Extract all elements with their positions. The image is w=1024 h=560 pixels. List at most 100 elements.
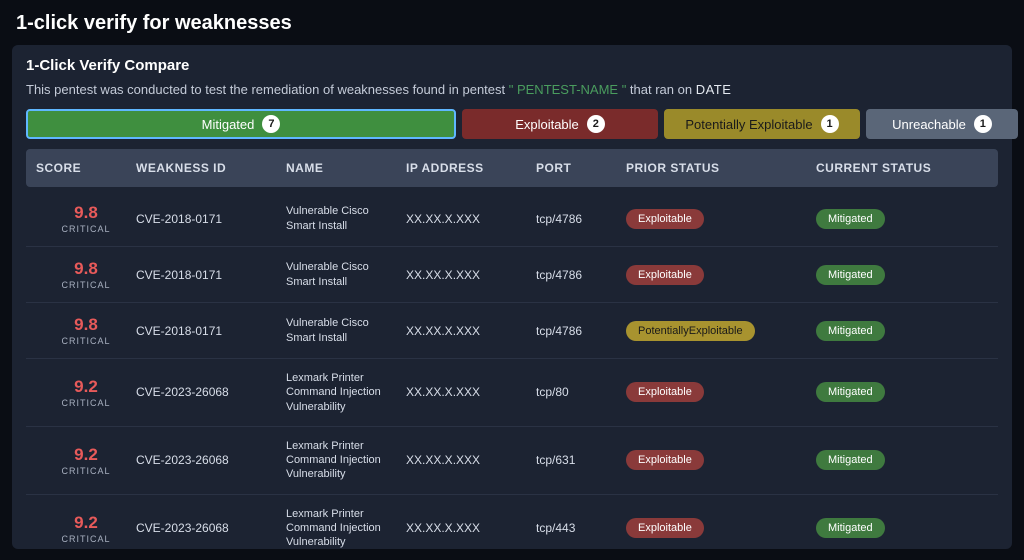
score-level: CRITICAL [36, 336, 136, 346]
tab-label: Unreachable [892, 117, 966, 132]
ip-address: XX.XX.X.XXX [406, 268, 536, 282]
score-level: CRITICAL [36, 534, 136, 544]
port: tcp/4786 [536, 324, 626, 338]
col-ip-address[interactable]: IP ADDRESS [406, 161, 536, 175]
score-level: CRITICAL [36, 398, 136, 408]
status-badge: Mitigated [816, 321, 885, 341]
score-cell: 9.8CRITICAL [36, 203, 136, 234]
status-badge: Exploitable [626, 518, 704, 538]
table-row[interactable]: 9.2CRITICALCVE-2023-26068Lexmark Printer… [26, 427, 998, 495]
col-score[interactable]: SCORE [36, 161, 136, 175]
status-badge: Mitigated [816, 382, 885, 402]
prior-status: Exploitable [626, 450, 816, 470]
desc-date: DATE [696, 82, 732, 97]
weakness-id: CVE-2018-0171 [136, 268, 286, 282]
tab-count-badge: 2 [587, 115, 605, 133]
weakness-table[interactable]: SCORE WEAKNESS ID NAME IP ADDRESS PORT P… [26, 149, 998, 549]
port: tcp/443 [536, 521, 626, 535]
weakness-name: Vulnerable Cisco Smart Install [286, 204, 406, 233]
tab-count-badge: 1 [974, 115, 992, 133]
score-value: 9.2 [36, 445, 136, 465]
prior-status: Exploitable [626, 209, 816, 229]
table-row[interactable]: 9.8CRITICALCVE-2018-0171Vulnerable Cisco… [26, 303, 998, 359]
score-value: 9.2 [36, 377, 136, 397]
ip-address: XX.XX.X.XXX [406, 212, 536, 226]
weakness-name: Vulnerable Cisco Smart Install [286, 316, 406, 345]
page-title: 1-click verify for weaknesses [0, 0, 1024, 45]
score-level: CRITICAL [36, 280, 136, 290]
tab-potentially-exploitable[interactable]: Potentially Exploitable 1 [664, 109, 860, 139]
tab-label: Potentially Exploitable [685, 117, 812, 132]
score-cell: 9.2CRITICAL [36, 513, 136, 544]
ip-address: XX.XX.X.XXX [406, 324, 536, 338]
current-status: Mitigated [816, 518, 996, 538]
current-status: Mitigated [816, 382, 996, 402]
tab-mitigated[interactable]: Mitigated 7 [26, 109, 456, 139]
pentest-name-link[interactable]: " PENTEST-NAME " [509, 82, 627, 97]
status-badge: Exploitable [626, 382, 704, 402]
panel-description: This pentest was conducted to test the r… [26, 82, 998, 97]
tab-exploitable[interactable]: Exploitable 2 [462, 109, 658, 139]
current-status: Mitigated [816, 450, 996, 470]
status-badge: Mitigated [816, 209, 885, 229]
port: tcp/80 [536, 385, 626, 399]
current-status: Mitigated [816, 209, 996, 229]
score-cell: 9.2CRITICAL [36, 445, 136, 476]
tab-unreachable[interactable]: Unreachable 1 [866, 109, 1018, 139]
score-level: CRITICAL [36, 224, 136, 234]
score-value: 9.2 [36, 513, 136, 533]
ip-address: XX.XX.X.XXX [406, 521, 536, 535]
port: tcp/631 [536, 453, 626, 467]
port: tcp/4786 [536, 212, 626, 226]
status-badge: PotentiallyExploitable [626, 321, 755, 341]
current-status: Mitigated [816, 265, 996, 285]
prior-status: Exploitable [626, 265, 816, 285]
weakness-name: Lexmark Printer Command Injection Vulner… [286, 439, 406, 482]
table-header-row: SCORE WEAKNESS ID NAME IP ADDRESS PORT P… [26, 149, 998, 187]
tab-label: Exploitable [515, 117, 579, 132]
prior-status: PotentiallyExploitable [626, 321, 816, 341]
weakness-id: CVE-2023-26068 [136, 385, 286, 399]
status-badge: Mitigated [816, 265, 885, 285]
weakness-id: CVE-2023-26068 [136, 521, 286, 535]
weakness-name: Lexmark Printer Command Injection Vulner… [286, 371, 406, 414]
ip-address: XX.XX.X.XXX [406, 385, 536, 399]
col-port[interactable]: PORT [536, 161, 626, 175]
status-badge: Mitigated [816, 450, 885, 470]
table-row[interactable]: 9.2CRITICALCVE-2023-26068Lexmark Printer… [26, 359, 998, 427]
score-cell: 9.8CRITICAL [36, 259, 136, 290]
prior-status: Exploitable [626, 518, 816, 538]
compare-panel: 1-Click Verify Compare This pentest was … [12, 45, 1012, 549]
score-value: 9.8 [36, 315, 136, 335]
tab-label: Mitigated [202, 117, 255, 132]
current-status: Mitigated [816, 321, 996, 341]
col-prior-status[interactable]: PRIOR STATUS [626, 161, 816, 175]
status-badge: Exploitable [626, 265, 704, 285]
desc-text: This pentest was conducted to test the r… [26, 82, 509, 97]
status-badge: Exploitable [626, 450, 704, 470]
tab-count-badge: 7 [262, 115, 280, 133]
table-row[interactable]: 9.2CRITICALCVE-2023-26068Lexmark Printer… [26, 495, 998, 549]
ip-address: XX.XX.X.XXX [406, 453, 536, 467]
status-tabs: Mitigated 7 Exploitable 2 Potentially Ex… [26, 109, 998, 139]
tab-count-badge: 1 [821, 115, 839, 133]
weakness-name: Vulnerable Cisco Smart Install [286, 260, 406, 289]
status-badge: Mitigated [816, 518, 885, 538]
desc-text-mid: that ran on [626, 82, 695, 97]
panel-title: 1-Click Verify Compare [26, 57, 998, 74]
table-row[interactable]: 9.8CRITICALCVE-2018-0171Vulnerable Cisco… [26, 247, 998, 303]
score-cell: 9.2CRITICAL [36, 377, 136, 408]
col-current-status[interactable]: CURRENT STATUS [816, 161, 996, 175]
status-badge: Exploitable [626, 209, 704, 229]
score-cell: 9.8CRITICAL [36, 315, 136, 346]
col-name[interactable]: NAME [286, 161, 406, 175]
prior-status: Exploitable [626, 382, 816, 402]
score-level: CRITICAL [36, 466, 136, 476]
score-value: 9.8 [36, 259, 136, 279]
weakness-id: CVE-2018-0171 [136, 212, 286, 226]
weakness-name: Lexmark Printer Command Injection Vulner… [286, 507, 406, 549]
port: tcp/4786 [536, 268, 626, 282]
col-weakness-id[interactable]: WEAKNESS ID [136, 161, 286, 175]
weakness-id: CVE-2018-0171 [136, 324, 286, 338]
table-row[interactable]: 9.8CRITICALCVE-2018-0171Vulnerable Cisco… [26, 191, 998, 247]
